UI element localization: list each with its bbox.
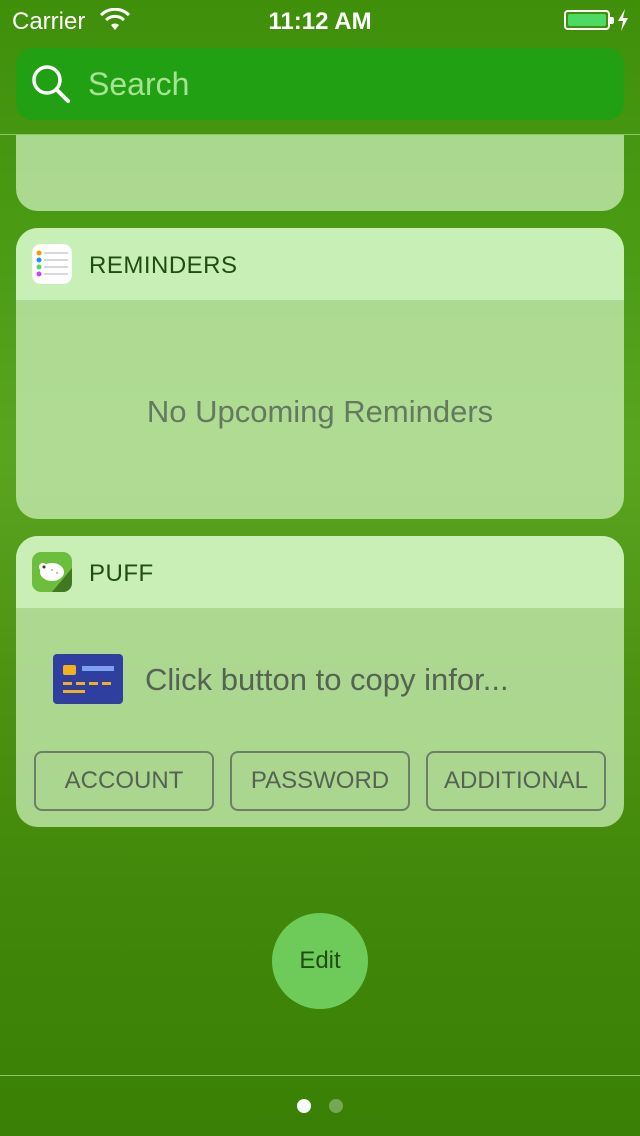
search-input[interactable] [88, 60, 598, 108]
puff-message: Click button to copy infor... [145, 662, 509, 697]
divider [0, 1075, 640, 1076]
credit-card-icon [53, 654, 123, 704]
search-icon [32, 65, 70, 103]
reminders-empty-message: No Upcoming Reminders [146, 394, 494, 429]
edit-button[interactable]: Edit [272, 913, 368, 1009]
puff-app-icon [32, 552, 72, 592]
puff-title: PUFF [89, 560, 154, 587]
reminders-title: REMINDERS [89, 252, 238, 279]
account-button[interactable]: ACCOUNT [34, 751, 214, 811]
partial-widget [16, 135, 624, 211]
search-area [0, 0, 640, 135]
puff-widget: PUFF Click button to copy infor... ACCOU… [16, 536, 624, 827]
page-indicator-dot[interactable] [329, 1099, 343, 1113]
password-button[interactable]: PASSWORD [230, 751, 410, 811]
additional-button[interactable]: ADDITIONAL [426, 751, 606, 811]
reminders-widget: REMINDERS No Upcoming Reminders [16, 228, 624, 519]
reminders-header[interactable]: REMINDERS [16, 228, 624, 300]
reminders-app-icon [32, 244, 72, 284]
search-bar[interactable] [16, 48, 624, 120]
page-indicator-dot-active[interactable] [297, 1099, 311, 1113]
puff-header[interactable]: PUFF [16, 536, 624, 608]
